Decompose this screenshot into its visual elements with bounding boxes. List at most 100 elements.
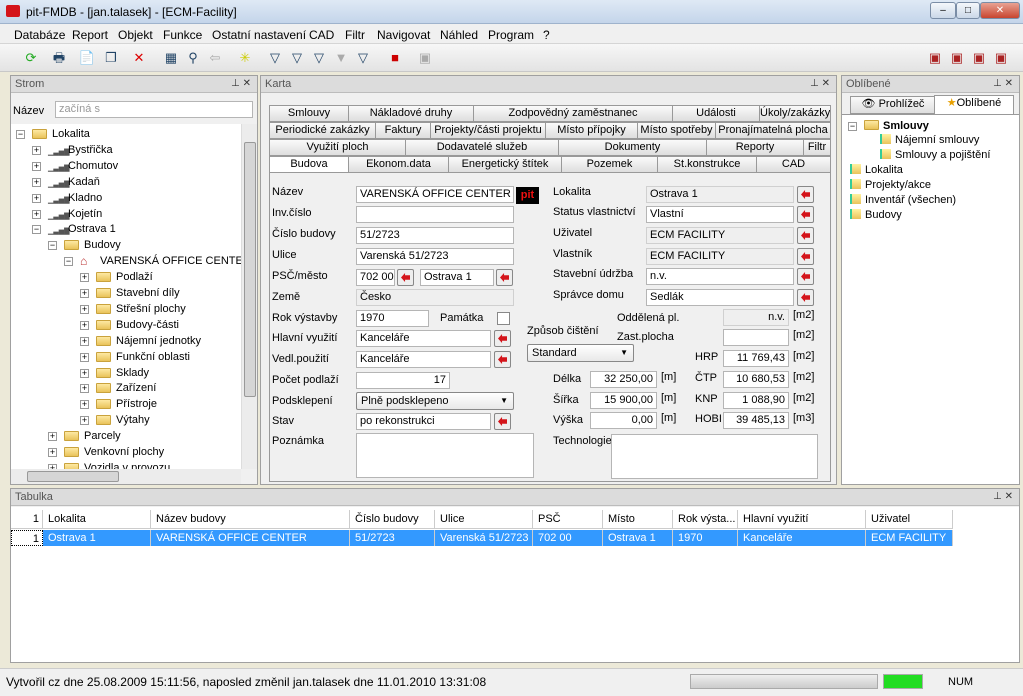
tree-item[interactable]: + ▁▃▅▇ Bystřička [11, 142, 241, 158]
tab-1-5[interactable]: Pronajímatelná plocha [715, 122, 831, 139]
column-header[interactable]: Lokalita [43, 510, 151, 529]
favorite-item[interactable]: Lokalita [850, 164, 903, 176]
document-icon[interactable]: ▣ [970, 49, 988, 67]
filter-edit-icon[interactable]: ▽ [354, 49, 372, 67]
pin-icon[interactable]: ⊥ ✕ [993, 491, 1013, 502]
new-icon[interactable]: 📄 [78, 49, 96, 67]
copy-icon[interactable]: ❐ [102, 49, 120, 67]
tab-prohlizec[interactable]: 👁 Prohlížeč [850, 96, 936, 114]
menu-2[interactable]: Objekt [118, 28, 153, 42]
technologie-textarea[interactable] [611, 434, 818, 479]
sirka-field[interactable]: 15 900,00 [590, 392, 657, 409]
tab-1-4[interactable]: Místo spotřeby [637, 122, 716, 139]
tree-item[interactable]: + Stavební díly [11, 285, 241, 301]
tab-1-2[interactable]: Projekty/části projektu [430, 122, 546, 139]
table-cell[interactable]: 702 00 [533, 530, 603, 546]
knp-field[interactable]: 1 088,90 [723, 392, 789, 409]
expand-icon[interactable]: + [80, 273, 89, 283]
lokalita-field[interactable]: Ostrava 1 [646, 186, 794, 203]
table-cell[interactable]: VARENSKÁ OFFICE CENTER [151, 530, 350, 546]
psc_mesto-field[interactable]: 702 00 [356, 269, 395, 286]
tree-icon[interactable]: ▦ [162, 49, 180, 67]
column-header[interactable]: Uživatel [866, 510, 953, 529]
tree-item[interactable]: + Výtahy [11, 412, 241, 428]
pocet_podlazi-field[interactable]: 17 [356, 372, 450, 389]
vedl_pouziti-field[interactable]: Kanceláře [356, 351, 491, 368]
tab-0-0[interactable]: Smlouvy [269, 105, 349, 122]
refresh-icon[interactable]: ⟳ [22, 49, 40, 67]
psc-picker-button[interactable] [397, 269, 414, 286]
tree-item[interactable]: + Funkční oblasti [11, 349, 241, 365]
expand-icon[interactable]: + [32, 193, 41, 203]
pin-icon[interactable]: ⊥ ✕ [231, 78, 251, 89]
column-header[interactable]: Číslo budovy [350, 510, 435, 529]
menu-6[interactable]: Filtr [345, 28, 365, 42]
tab-0-4[interactable]: Úkoly/zakázky [759, 105, 831, 122]
tab-1-3[interactable]: Místo přípojky [545, 122, 638, 139]
tab-2-3[interactable]: Reporty [706, 139, 804, 156]
filter-lightning-icon[interactable]: ▽ [266, 49, 284, 67]
uzivatel-field[interactable]: ECM FACILITY [646, 227, 794, 244]
expand-icon[interactable]: + [48, 448, 57, 457]
tree-vscrollbar[interactable] [241, 124, 257, 469]
collapse-icon[interactable]: − [64, 257, 73, 267]
uzivatel-picker-button[interactable] [797, 227, 814, 244]
rok_vystavby-field[interactable]: 1970 [356, 310, 429, 327]
tab-1-0[interactable]: Periodické zakázky [269, 122, 376, 139]
tree-item[interactable]: + Podlaží [11, 269, 241, 285]
expand-icon[interactable]: + [80, 304, 89, 314]
tree-item[interactable]: + Budovy-části [11, 317, 241, 333]
tree-item[interactable]: + ▁▃▅▇ Kadaň [11, 174, 241, 190]
tab-1-1[interactable]: Faktury [375, 122, 431, 139]
minimize-button[interactable]: – [930, 2, 956, 19]
collapse-icon[interactable]: − [32, 225, 41, 235]
expand-icon[interactable]: + [32, 161, 41, 171]
zeme-field[interactable]: Česko [356, 289, 514, 306]
tab-2-1[interactable]: Dodavatelé služeb [405, 139, 559, 156]
spravce-field[interactable]: Sedlák [646, 289, 794, 306]
column-header[interactable]: Ulice [435, 510, 533, 529]
expand-icon[interactable]: + [80, 416, 89, 426]
tab-0-3[interactable]: Události [672, 105, 760, 122]
tab-2-4[interactable]: Filtr [803, 139, 831, 156]
status-picker-button[interactable] [797, 206, 814, 223]
table-cell[interactable]: Varenská 51/2723 [435, 530, 533, 546]
tree-item[interactable]: + Zařízení [11, 380, 241, 396]
ulice-field[interactable]: Varenská 51/2723 [356, 248, 514, 265]
scroll-thumb[interactable] [27, 471, 119, 482]
expand-icon[interactable]: + [48, 432, 57, 442]
collapse-icon[interactable]: − [48, 241, 57, 251]
menu-0[interactable]: Databáze [14, 28, 65, 42]
tree-hscrollbar[interactable] [11, 469, 241, 484]
inv_cislo-field[interactable] [356, 206, 514, 223]
tree-item[interactable]: − ▁▃▅▇ Ostrava 1 [11, 221, 241, 237]
podsklepeni-select[interactable]: Plně podsklepeno ▼ [356, 392, 514, 410]
expand-icon[interactable]: + [32, 145, 41, 155]
tree-item[interactable]: − Lokalita [11, 126, 241, 142]
column-header[interactable]: PSČ [533, 510, 603, 529]
tree-item[interactable]: + ▁▃▅▇ Kladno [11, 190, 241, 206]
stav-field[interactable]: po rekonstrukci [356, 413, 491, 430]
table-cell[interactable]: 51/2723 [350, 530, 435, 546]
delete-icon[interactable]: ✕ [130, 49, 148, 67]
udrzba-picker-button[interactable] [797, 268, 814, 285]
tab-2-2[interactable]: Dokumenty [558, 139, 707, 156]
tree-item[interactable]: − ⌂ VARENSKÁ OFFICE CENTER [11, 253, 241, 269]
pit-logo-icon[interactable]: ■ [386, 49, 404, 67]
save-icon[interactable]: ▣ [416, 49, 434, 67]
udrzba-field[interactable]: n.v. [646, 268, 794, 285]
pamatka-checkbox[interactable] [497, 312, 510, 325]
menu-3[interactable]: Funkce [163, 28, 202, 42]
tree-item[interactable]: + Střešní plochy [11, 301, 241, 317]
lokalita-picker-button[interactable] [797, 186, 814, 203]
vedl_pouziti-picker-button[interactable] [494, 351, 511, 368]
favorite-item[interactable]: Smlouvy a pojištění [880, 149, 990, 161]
menu-8[interactable]: Náhled [440, 28, 478, 42]
tab-3-3[interactable]: Pozemek [561, 156, 658, 173]
sparkle-icon[interactable]: ✳ [236, 49, 254, 67]
column-header[interactable]: Rok výsta... [673, 510, 738, 529]
favorite-item[interactable]: Smlouvy [864, 119, 929, 132]
table-cell[interactable]: Ostrava 1 [603, 530, 673, 546]
tree-item[interactable]: − Budovy [11, 237, 241, 253]
tree-item[interactable]: + Parcely [11, 428, 241, 444]
